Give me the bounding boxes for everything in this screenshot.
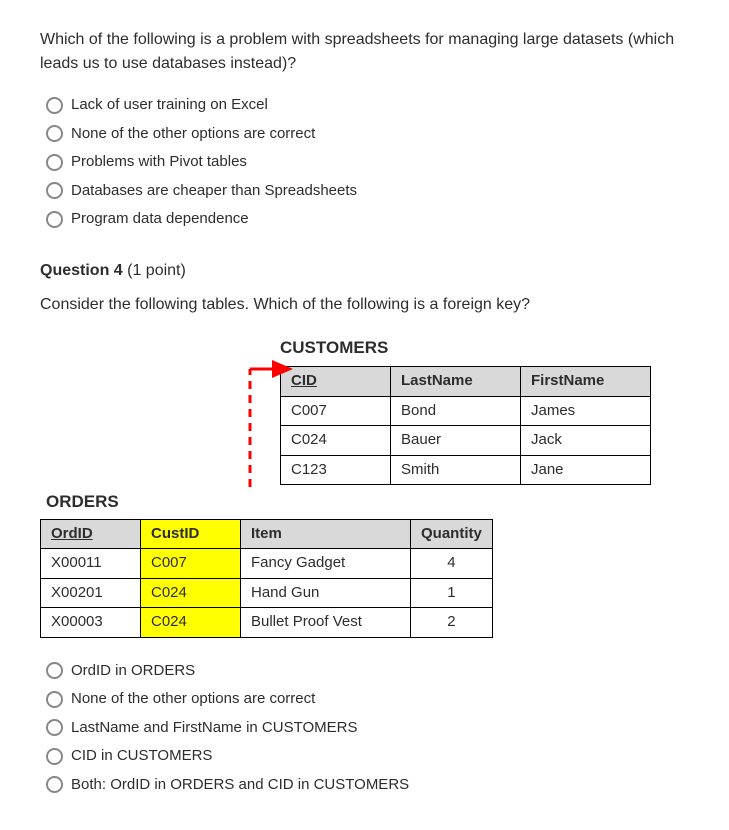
radio-icon xyxy=(46,662,63,679)
table-row: C007 Bond James xyxy=(281,396,651,426)
option-label: Databases are cheaper than Spreadsheets xyxy=(71,180,357,203)
q1-option-1[interactable]: None of the other options are correct xyxy=(46,123,689,146)
option-label: None of the other options are correct xyxy=(71,123,315,146)
radio-icon xyxy=(46,719,63,736)
question2-header: Question 4 (1 point) xyxy=(40,259,689,283)
q1-option-3[interactable]: Databases are cheaper than Spreadsheets xyxy=(46,180,689,203)
table-row: X00003 C024 Bullet Proof Vest 2 xyxy=(41,608,493,638)
question2-text: Consider the following tables. Which of … xyxy=(40,293,689,317)
q1-option-0[interactable]: Lack of user training on Excel xyxy=(46,94,689,117)
radio-icon xyxy=(46,748,63,765)
col-firstname: FirstName xyxy=(521,367,651,397)
radio-icon xyxy=(46,154,63,171)
radio-icon xyxy=(46,691,63,708)
table-header-row: OrdID CustID Item Quantity xyxy=(41,519,493,549)
customers-title: CUSTOMERS xyxy=(280,335,689,361)
radio-icon xyxy=(46,776,63,793)
q1-option-2[interactable]: Problems with Pivot tables xyxy=(46,151,689,174)
q2-option-0[interactable]: OrdID in ORDERS xyxy=(46,660,689,683)
q2-option-3[interactable]: CID in CUSTOMERS xyxy=(46,745,689,768)
question-points: (1 point) xyxy=(123,262,186,279)
table-header-row: CID LastName FirstName xyxy=(281,367,651,397)
option-label: Program data dependence xyxy=(71,208,249,231)
col-quantity: Quantity xyxy=(411,519,493,549)
radio-icon xyxy=(46,97,63,114)
tables-diagram: CUSTOMERS CID LastName FirstName C007 Bo… xyxy=(40,335,689,638)
orders-title: ORDERS xyxy=(46,489,689,515)
customers-table: CID LastName FirstName C007 Bond James C… xyxy=(280,366,651,485)
radio-icon xyxy=(46,211,63,228)
col-custid: CustID xyxy=(141,519,241,549)
option-label: Problems with Pivot tables xyxy=(71,151,247,174)
question1-text: Which of the following is a problem with… xyxy=(40,28,689,76)
table-row: X00201 C024 Hand Gun 1 xyxy=(41,578,493,608)
question1-options: Lack of user training on Excel None of t… xyxy=(46,94,689,231)
table-row: X00011 C007 Fancy Gadget 4 xyxy=(41,549,493,579)
option-label: None of the other options are correct xyxy=(71,688,315,711)
question2-options: OrdID in ORDERS None of the other option… xyxy=(46,660,689,797)
q1-option-4[interactable]: Program data dependence xyxy=(46,208,689,231)
table-row: C123 Smith Jane xyxy=(281,455,651,485)
customers-block: CUSTOMERS CID LastName FirstName C007 Bo… xyxy=(280,335,689,486)
option-label: OrdID in ORDERS xyxy=(71,660,195,683)
col-cid: CID xyxy=(281,367,391,397)
option-label: Both: OrdID in ORDERS and CID in CUSTOME… xyxy=(71,774,409,797)
q2-option-2[interactable]: LastName and FirstName in CUSTOMERS xyxy=(46,717,689,740)
option-label: CID in CUSTOMERS xyxy=(71,745,212,768)
col-item: Item xyxy=(241,519,411,549)
radio-icon xyxy=(46,125,63,142)
orders-table: OrdID CustID Item Quantity X00011 C007 F… xyxy=(40,519,493,638)
q2-option-1[interactable]: None of the other options are correct xyxy=(46,688,689,711)
radio-icon xyxy=(46,182,63,199)
option-label: LastName and FirstName in CUSTOMERS xyxy=(71,717,357,740)
table-row: C024 Bauer Jack xyxy=(281,426,651,456)
option-label: Lack of user training on Excel xyxy=(71,94,268,117)
col-ordid: OrdID xyxy=(41,519,141,549)
question-number: Question 4 xyxy=(40,262,123,279)
col-lastname: LastName xyxy=(391,367,521,397)
q2-option-4[interactable]: Both: OrdID in ORDERS and CID in CUSTOME… xyxy=(46,774,689,797)
orders-block: ORDERS OrdID CustID Item Quantity X00011… xyxy=(40,489,689,638)
